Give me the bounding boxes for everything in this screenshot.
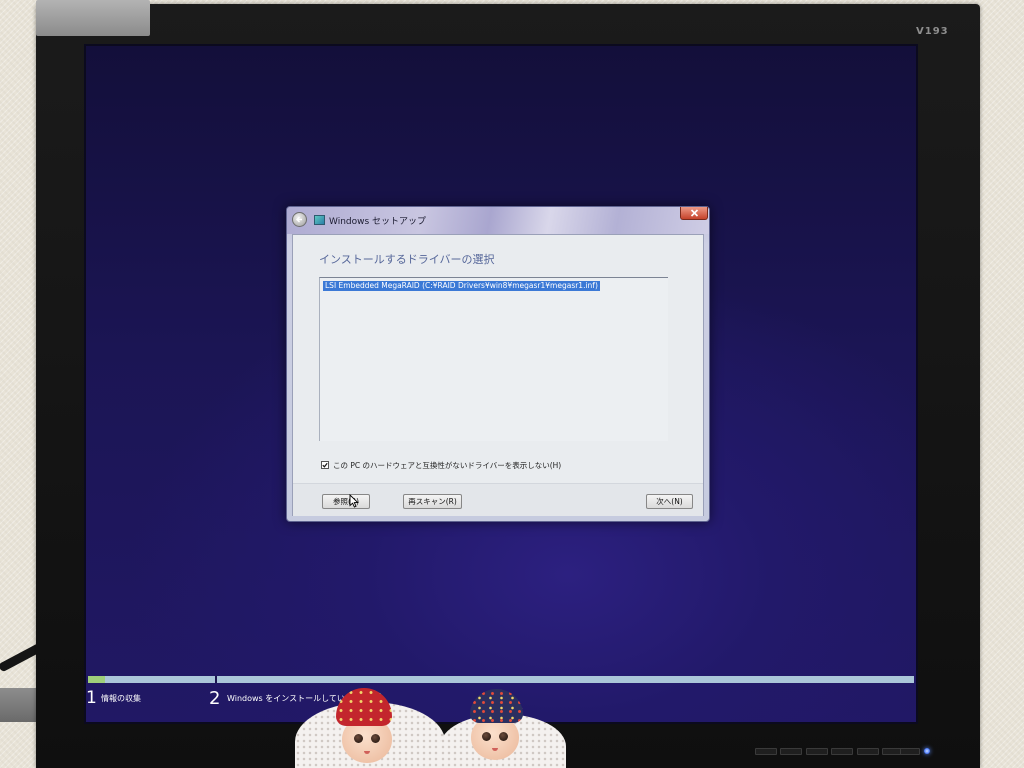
doll-figurines [280, 684, 570, 768]
doll-mouth [364, 751, 370, 754]
next-button[interactable]: 次へ(N) [646, 494, 693, 509]
browse-button[interactable]: 参照(B) [322, 494, 370, 509]
monitor-model-label: V193 [916, 26, 949, 37]
hide-incompatible-checkbox[interactable] [321, 461, 329, 469]
monitor-control-button[interactable] [831, 748, 853, 755]
doll-eye [371, 734, 380, 743]
close-icon [690, 209, 699, 217]
monitor-control-button[interactable] [857, 748, 879, 755]
dialog-content-panel: インストールするドライバーの選択 LSI Embedded MegaRAID (… [292, 234, 704, 516]
doll-blue-hat [470, 689, 523, 723]
monitor-power-button[interactable] [900, 748, 920, 755]
dialog-title: Windows セットアップ [329, 217, 427, 227]
dialog-title-bar: Windows セットアップ [287, 207, 709, 234]
step-2-number: 2 [209, 688, 221, 709]
windows-setup-dialog: Windows セットアップ インストールするドライバーの選択 LSI Embe… [286, 206, 710, 522]
step-1-number: 1 [86, 688, 97, 708]
step-1-label: 情報の収集 [101, 694, 141, 703]
checkmark-icon [322, 462, 328, 468]
monitor-control-button[interactable] [755, 748, 777, 755]
doll-eye [499, 732, 508, 741]
doll-mouth [492, 748, 498, 751]
driver-listbox[interactable]: LSI Embedded MegaRAID (C:¥RAID Drivers¥w… [319, 277, 668, 441]
monitor-control-button[interactable] [780, 748, 802, 755]
page-heading: インストールするドライバーの選択 [319, 253, 495, 266]
progress-step-divider [215, 676, 217, 683]
setup-progress-fill [88, 676, 105, 683]
tape-sticker [36, 0, 150, 36]
setup-icon [314, 215, 325, 225]
hide-incompatible-label[interactable]: この PC のハードウェアと互換性がないドライバーを表示しない(H) [333, 460, 561, 471]
setup-progress-bar [88, 676, 914, 683]
back-arrow-icon [296, 216, 302, 223]
doll-eye [482, 732, 491, 741]
back-button[interactable] [292, 212, 307, 227]
rescan-button[interactable]: 再スキャン(R) [403, 494, 462, 509]
driver-list-item[interactable]: LSI Embedded MegaRAID (C:¥RAID Drivers¥w… [323, 281, 600, 291]
doll-red-hat [336, 688, 392, 726]
mouse-cursor-icon [349, 494, 359, 508]
monitor-control-button[interactable] [806, 748, 828, 755]
close-button[interactable] [680, 207, 708, 220]
power-led-icon [924, 748, 930, 754]
doll-eye [354, 734, 363, 743]
